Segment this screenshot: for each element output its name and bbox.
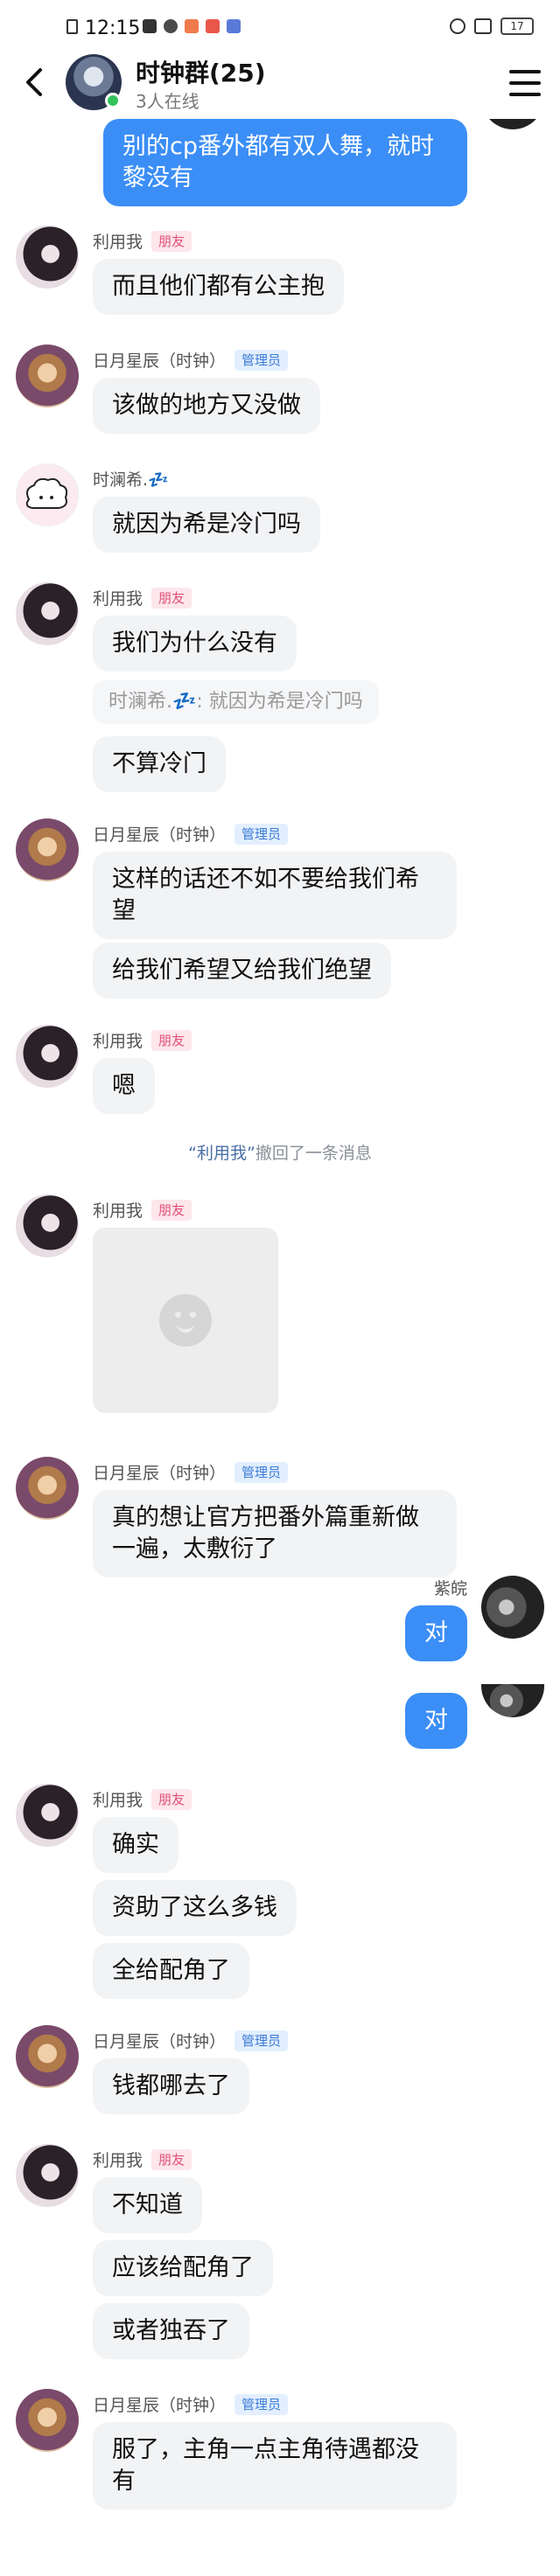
sender-row: 利用我 朋友 (93, 1787, 192, 1811)
sender-row: 利用我 朋友 (93, 229, 192, 253)
sender-row: 日月星辰（时钟） 管理员 (93, 2392, 289, 2416)
avatar-riyue[interactable] (16, 818, 79, 881)
message-bubble[interactable]: 全给配角了 (93, 1943, 249, 1999)
message-bubble[interactable]: 应该给配角了 (93, 2240, 273, 2296)
status-right: 17 (450, 17, 534, 35)
self-name: 紫皖 (433, 1579, 467, 1598)
message-icon (143, 19, 157, 33)
friend-badge: 朋友 (151, 1788, 192, 1810)
image-message[interactable] (93, 1228, 278, 1413)
sender-row: 时澜希.💤 (93, 467, 169, 491)
back-arrow-icon[interactable] (18, 65, 52, 100)
friend-badge: 朋友 (151, 587, 192, 609)
friend-badge: 朋友 (151, 2148, 192, 2170)
avatar-liyong[interactable] (16, 2144, 79, 2207)
avatar-liyong[interactable] (16, 226, 79, 289)
wechat-icon (164, 19, 178, 33)
online-count: 3人在线 (136, 91, 200, 112)
sheep-doodle-icon (25, 477, 68, 509)
admin-badge: 管理员 (234, 349, 289, 371)
sender-name: 利用我 (93, 1032, 144, 1051)
recall-name[interactable]: “利用我” (188, 1144, 256, 1163)
admin-badge: 管理员 (234, 1461, 289, 1483)
message-bubble[interactable]: 这样的话还不如不要给我们希望 (93, 852, 457, 939)
friend-badge: 朋友 (151, 1029, 192, 1051)
self-message-bubble[interactable]: 对 (405, 1693, 467, 1749)
avatar-riyue[interactable] (16, 345, 79, 407)
message-bubble[interactable]: 资助了这么多钱 (93, 1880, 297, 1936)
sender-name: 利用我 (93, 589, 144, 609)
avatar-liyong[interactable] (16, 582, 79, 645)
group-title[interactable]: 时钟群(25) (136, 54, 266, 89)
notification-icons (143, 19, 241, 33)
online-indicator (105, 93, 121, 108)
chat-header: 时钟群(25) 3人在线 (0, 49, 560, 119)
sender-row: 日月星辰（时钟） 管理员 (93, 1460, 289, 1484)
avatar-liyong[interactable] (16, 1784, 79, 1847)
document-icon (66, 19, 78, 34)
sender-row: 利用我 朋友 (93, 586, 192, 609)
app-icon (185, 19, 199, 33)
avatar-liyong[interactable] (16, 1194, 79, 1257)
menu-icon[interactable] (509, 70, 541, 96)
avatar-riyue[interactable] (16, 2025, 79, 2088)
friend-badge: 朋友 (151, 230, 192, 252)
message-bubble[interactable]: 钱都哪去了 (93, 2058, 249, 2114)
friend-badge: 朋友 (151, 1199, 192, 1221)
sender-name: 时澜希.💤 (93, 470, 169, 490)
sender-name: 利用我 (93, 2151, 144, 2170)
quoted-reply[interactable]: 时澜希.💤: 就因为希是冷门吗 (93, 680, 379, 724)
status-time: 12:15 (85, 17, 141, 39)
message-bubble[interactable]: 我们为什么没有 (93, 616, 297, 672)
recall-text: 撤回了一条消息 (255, 1144, 372, 1163)
self-avatar[interactable] (481, 1684, 544, 1717)
message-bubble[interactable]: 不知道 (93, 2177, 202, 2233)
avatar-riyue[interactable] (16, 1457, 79, 1520)
sender-name: 日月星辰（时钟） (93, 2032, 227, 2051)
sender-row: 日月星辰（时钟） 管理员 (93, 822, 289, 846)
message-bubble[interactable]: 嗯 (93, 1058, 155, 1114)
sender-name: 利用我 (93, 1791, 144, 1810)
message-bubble[interactable]: 服了，主角一点主角待遇都没有 (93, 2422, 457, 2510)
sender-name: 日月星辰（时钟） (93, 825, 227, 845)
sender-row: 利用我 朋友 (93, 2148, 192, 2171)
admin-badge: 管理员 (234, 2029, 289, 2051)
status-bar: 12:15 17 (0, 0, 560, 49)
recall-notice: “利用我”撤回了一条消息 (0, 1140, 560, 1164)
message-bubble[interactable]: 不算冷门 (93, 736, 226, 792)
sender-name: 利用我 (93, 233, 144, 252)
sender-row: 利用我 朋友 (93, 1028, 192, 1052)
sender-row: 利用我 朋友 (93, 1198, 192, 1222)
message-bubble[interactable]: 该做的地方又没做 (93, 378, 320, 434)
sender-row: 日月星辰（时钟） 管理员 (93, 348, 289, 372)
avatar-liyong[interactable] (16, 1025, 79, 1088)
message-bubble[interactable]: 真的想让官方把番外篇重新做一遍，太敷衍了 (93, 1490, 457, 1577)
image-placeholder-icon (159, 1294, 212, 1347)
sender-name: 日月星辰（时钟） (93, 352, 227, 371)
self-message-bubble[interactable]: 别的cp番外都有双人舞，就时黎没有 (103, 119, 467, 206)
avatar-riyue[interactable] (16, 2389, 79, 2452)
avatar-shilan[interactable] (16, 463, 79, 526)
admin-badge: 管理员 (234, 823, 289, 845)
app-icon (206, 19, 220, 33)
message-bubble[interactable]: 就因为希是冷门吗 (93, 497, 320, 553)
self-avatar[interactable] (481, 1576, 544, 1639)
alarm-icon (450, 18, 466, 34)
message-bubble[interactable]: 确实 (93, 1817, 178, 1873)
sender-name: 日月星辰（时钟） (93, 1464, 227, 1483)
battery-icon: 17 (500, 17, 534, 35)
app-icon (227, 19, 241, 33)
sender-name: 利用我 (93, 1201, 144, 1221)
self-avatar[interactable] (481, 119, 544, 129)
sender-row: 日月星辰（时钟） 管理员 (93, 2029, 289, 2052)
message-bubble[interactable]: 或者独吞了 (93, 2303, 249, 2359)
chat-list[interactable]: 别的cp番外都有双人舞，就时黎没有 利用我 朋友 而且他们都有公主抱 日月星辰（… (0, 119, 560, 2576)
vibrate-icon (474, 18, 492, 34)
message-bubble[interactable]: 给我们希望又给我们绝望 (93, 943, 391, 999)
message-bubble[interactable]: 而且他们都有公主抱 (93, 259, 344, 315)
sender-name: 日月星辰（时钟） (93, 2396, 227, 2415)
self-message-bubble[interactable]: 对 (405, 1605, 467, 1661)
admin-badge: 管理员 (234, 2393, 289, 2415)
